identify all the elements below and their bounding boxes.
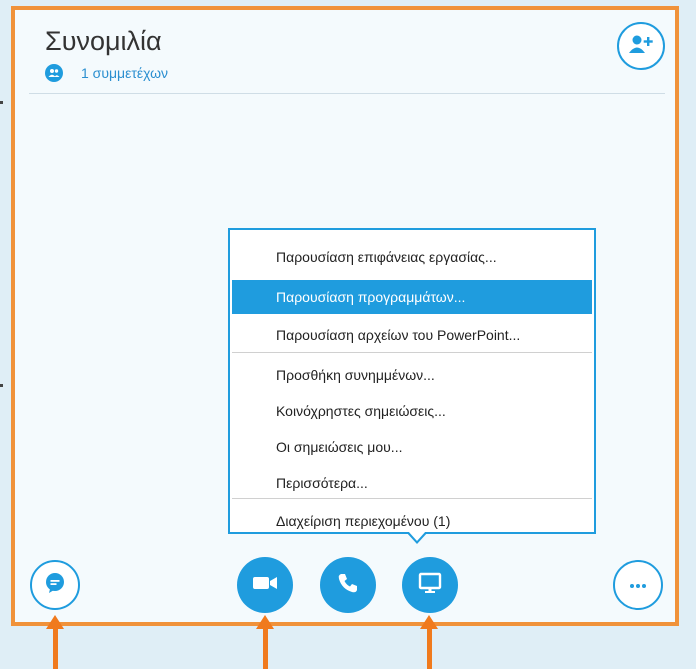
edge-mark bbox=[0, 384, 3, 387]
phone-icon bbox=[337, 572, 359, 599]
more-icon bbox=[628, 576, 648, 594]
chat-icon bbox=[44, 572, 66, 599]
monitor-icon bbox=[418, 572, 442, 599]
menu-pointer-inner bbox=[408, 531, 426, 541]
more-options-button[interactable] bbox=[613, 560, 663, 610]
menu-item-present-programs[interactable]: Παρουσίαση προγραμμάτων... bbox=[232, 280, 592, 314]
participants-link[interactable]: 1 συμμετέχων bbox=[45, 64, 168, 82]
menu-item-more[interactable]: Περισσότερα... bbox=[232, 466, 592, 500]
menu-item-present-powerpoint[interactable]: Παρουσίαση αρχείων του PowerPoint... bbox=[232, 318, 592, 352]
menu-item-present-desktop[interactable]: Παρουσίαση επιφάνειας εργασίας... bbox=[232, 240, 592, 274]
menu-item-my-notes[interactable]: Οι σημειώσεις μου... bbox=[232, 430, 592, 464]
chat-button[interactable] bbox=[30, 560, 80, 610]
share-content-button[interactable] bbox=[402, 557, 458, 613]
video-camera-icon bbox=[252, 575, 278, 596]
menu-item-add-attachments[interactable]: Προσθήκη συνημμένων... bbox=[232, 358, 592, 392]
annotation-arrow-share bbox=[420, 615, 438, 669]
add-person-icon bbox=[628, 34, 654, 59]
menu-separator bbox=[232, 352, 592, 353]
call-button[interactable] bbox=[320, 557, 376, 613]
add-person-button[interactable] bbox=[617, 22, 665, 70]
people-icon bbox=[45, 64, 63, 82]
edge-mark bbox=[0, 101, 3, 104]
annotation-arrow-chat bbox=[46, 615, 64, 669]
menu-separator bbox=[232, 498, 592, 499]
header-divider bbox=[29, 93, 665, 94]
video-button[interactable] bbox=[237, 557, 293, 613]
share-content-menu: Παρουσίαση επιφάνειας εργασίας... Παρουσ… bbox=[228, 228, 596, 534]
conversation-title: Συνομιλία bbox=[45, 26, 162, 56]
annotation-arrow-video bbox=[256, 615, 274, 669]
menu-item-shared-notes[interactable]: Κοινόχρηστες σημειώσεις... bbox=[232, 394, 592, 428]
participants-count: 1 συμμετέχων bbox=[81, 65, 169, 81]
